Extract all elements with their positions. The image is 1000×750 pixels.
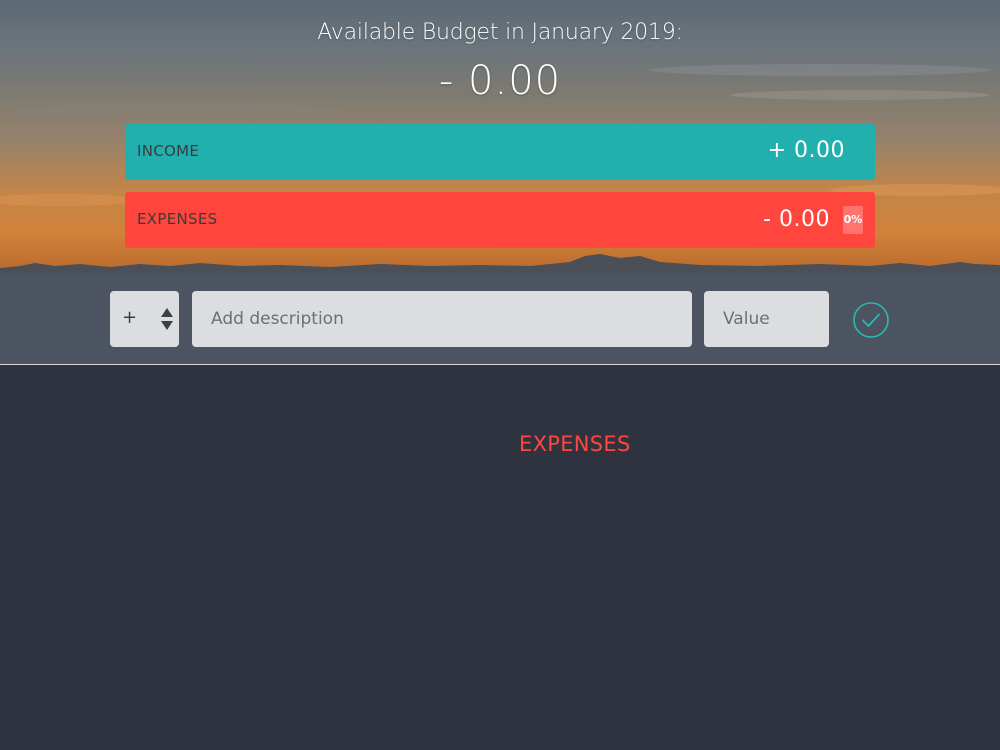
income-label: INCOME: [137, 142, 200, 160]
expenses-summary: EXPENSES - 0.00 0%: [125, 192, 875, 248]
add-entry-button[interactable]: [852, 301, 890, 339]
budget-header: Available Budget in January 2019: - 0.00…: [0, 0, 1000, 273]
expenses-value: - 0.00: [763, 207, 830, 232]
expenses-label: EXPENSES: [137, 210, 218, 228]
income-value: + 0.00: [767, 138, 845, 163]
type-select-value: +: [122, 307, 138, 328]
expenses-list-title: EXPENSES: [519, 432, 631, 456]
add-entry-bar: +: [0, 273, 1000, 365]
check-circle-icon: [853, 302, 889, 338]
budget-title: Available Budget in January 2019:: [317, 20, 683, 45]
available-budget-value: - 0.00: [438, 58, 562, 104]
description-input[interactable]: [192, 291, 692, 347]
type-select[interactable]: +: [110, 291, 179, 347]
expenses-percentage-badge: 0%: [843, 206, 863, 234]
value-input[interactable]: [704, 291, 829, 347]
income-summary: INCOME + 0.00: [125, 124, 875, 180]
select-arrows-icon: [161, 308, 173, 330]
